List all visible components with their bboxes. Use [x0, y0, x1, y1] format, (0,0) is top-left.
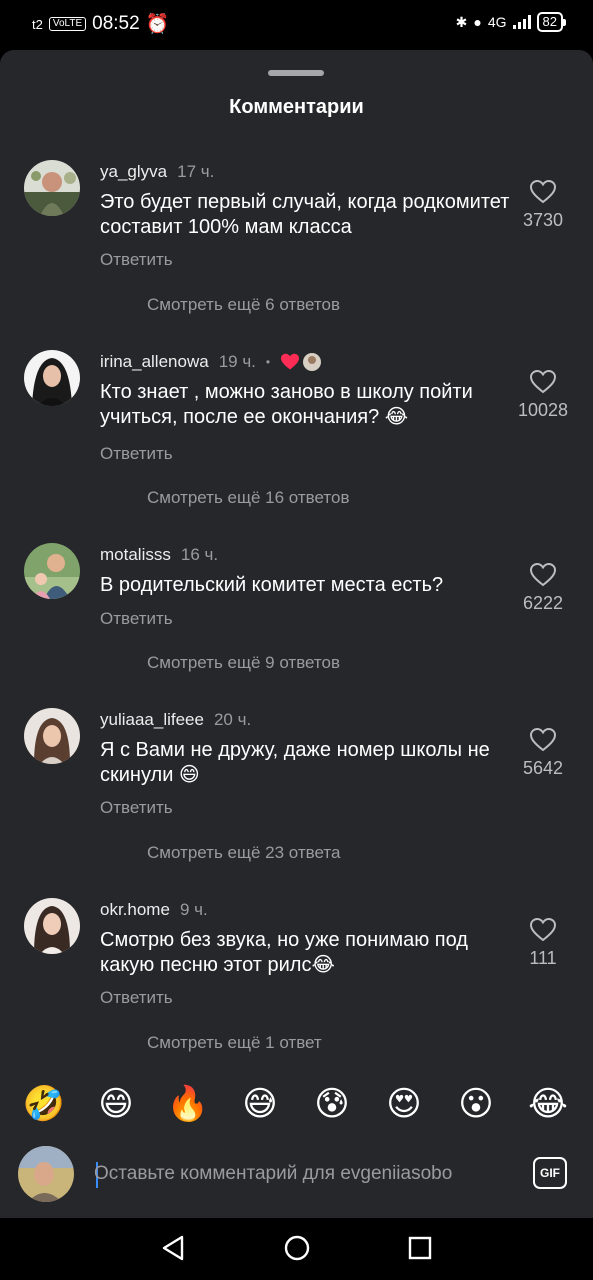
comment-item: motalisss 16 ч. В родительский комитет м… — [0, 543, 593, 723]
comment-item: yuliaaa_lifeee 20 ч. Я с Вами не дружу, … — [0, 708, 593, 888]
comment-username[interactable]: motalisss — [100, 545, 171, 565]
emoji-open-mouth[interactable]: 😮 — [454, 1082, 498, 1126]
emoji-sweat-smile[interactable]: 😅 — [238, 1082, 282, 1126]
carrier-label: t2 — [32, 16, 43, 32]
comment-time: 17 ч. — [177, 162, 215, 181]
emoji-heart-eyes[interactable]: 😍 — [382, 1082, 426, 1126]
comment-time: 9 ч. — [179, 900, 208, 919]
emoji-rofl[interactable]: 🤣 — [22, 1082, 66, 1126]
comment-time: 19 ч. — [218, 352, 256, 371]
comment-item: ya_glyva 17 ч. Это будет первый случай, … — [0, 160, 593, 340]
sheet-drag-handle[interactable] — [268, 70, 324, 76]
like-count: 10028 — [517, 400, 569, 420]
reply-button[interactable]: Ответить — [100, 988, 173, 1008]
comment-header: okr.home 9 ч. — [100, 898, 208, 922]
bluetooth-icon: ✱ — [455, 13, 468, 30]
view-more-replies[interactable]: Смотреть ещё 9 ответов — [147, 653, 340, 673]
emoji-quick-bar: 🤣 😄 🔥 😅 😰 😍 😮 😂 — [0, 1082, 593, 1134]
comment-text: Я с Вами не дружу, даже номер школы не с… — [100, 739, 490, 786]
liked-by-author-icon — [280, 352, 322, 372]
heart-outline-icon — [530, 918, 556, 942]
comment-header: motalisss 16 ч. — [100, 543, 218, 567]
heart-outline-icon — [530, 180, 556, 204]
avatar[interactable] — [24, 898, 80, 954]
like-count: 5642 — [522, 758, 564, 778]
like-count: 111 — [529, 948, 557, 968]
volte-badge: VoLTE — [48, 17, 87, 31]
like-count: 6222 — [522, 593, 564, 613]
heart-outline-icon — [530, 370, 556, 394]
emoji-grin[interactable]: 😄 — [94, 1082, 138, 1126]
comment-header: ya_glyva 17 ч. — [100, 160, 214, 184]
avatar[interactable] — [24, 708, 80, 764]
comment-header: irina_allenowa 19 ч. • — [100, 350, 322, 374]
my-avatar — [18, 1146, 74, 1202]
back-icon[interactable] — [160, 1234, 186, 1262]
author-mini-avatar — [303, 353, 322, 371]
comments-sheet: Комментарии ya_glyva 17 ч. Это будет пер… — [0, 50, 593, 1218]
emoji-tears-of-joy[interactable]: 😂 — [526, 1082, 570, 1126]
view-more-replies[interactable]: Смотреть ещё 23 ответа — [147, 843, 340, 863]
view-more-replies[interactable]: Смотреть ещё 6 ответов — [147, 295, 340, 315]
status-bar: t2 VoLTE 08:52 ⏰ ✱ ● 4G 82 — [0, 0, 593, 50]
separator-dot: • — [265, 355, 271, 369]
clock: 08:52 — [92, 13, 140, 34]
view-more-replies[interactable]: Смотреть ещё 16 ответов — [147, 488, 349, 508]
comment-username[interactable]: yuliaaa_lifeee — [100, 710, 204, 730]
comment-username[interactable]: okr.home — [100, 900, 170, 920]
comment-text: Кто знает , можно заново в школу пойти у… — [100, 381, 473, 428]
location-icon: ● — [473, 14, 482, 30]
emoji-anxious[interactable]: 😰 — [310, 1082, 354, 1126]
reply-button[interactable]: Ответить — [100, 444, 173, 464]
battery-indicator: 82 — [536, 12, 567, 32]
like-button[interactable]: 6222 — [513, 563, 573, 614]
heart-outline-icon — [530, 563, 556, 587]
reply-button[interactable]: Ответить — [100, 250, 173, 270]
sheet-title: Комментарии — [229, 96, 364, 118]
alarm-icon: ⏰ — [145, 14, 170, 35]
home-icon[interactable] — [283, 1234, 311, 1262]
system-nav-bar — [0, 1218, 593, 1280]
comment-text: В родительский комитет места есть? — [100, 574, 444, 596]
status-left: t2 VoLTE 08:52 ⏰ — [32, 12, 169, 36]
reply-button[interactable]: Ответить — [100, 798, 173, 818]
comment-username[interactable]: irina_allenowa — [100, 352, 209, 372]
comment-item: okr.home 9 ч. Смотрю без звука, но уже п… — [0, 898, 593, 1078]
comment-input[interactable]: Оставьте комментарий для evgeniiasobo — [94, 1158, 514, 1190]
comment-time: 20 ч. — [213, 710, 252, 729]
gif-button[interactable]: GIF — [533, 1157, 567, 1189]
status-right: ✱ ● 4G 82 — [455, 12, 567, 32]
comment-text: Это будет первый случай, когда родкомите… — [100, 191, 510, 238]
like-button[interactable]: 111 — [513, 918, 573, 969]
comment-header: yuliaaa_lifeee 20 ч. — [100, 708, 251, 732]
network-type: 4G — [487, 14, 507, 30]
comment-input-row: Оставьте комментарий для evgeniiasobo GI… — [0, 1140, 593, 1206]
emoji-fire[interactable]: 🔥 — [166, 1082, 210, 1126]
avatar[interactable] — [24, 543, 80, 599]
like-button[interactable]: 5642 — [513, 728, 573, 779]
view-more-replies[interactable]: Смотреть ещё 1 ответ — [147, 1033, 322, 1053]
recents-icon[interactable] — [407, 1234, 433, 1262]
avatar[interactable] — [24, 350, 80, 406]
comment-item: irina_allenowa 19 ч. • Кто знает , можно… — [0, 350, 593, 530]
heart-outline-icon — [530, 728, 556, 752]
comment-time: 16 ч. — [180, 545, 219, 564]
reply-button[interactable]: Ответить — [100, 609, 173, 629]
comment-text: Смотрю без звука, но уже понимаю под как… — [100, 929, 468, 976]
comment-username[interactable]: ya_glyva — [100, 162, 167, 182]
like-button[interactable]: 10028 — [513, 370, 573, 421]
like-count: 3730 — [522, 210, 564, 230]
avatar[interactable] — [24, 160, 80, 216]
signal-icon — [512, 15, 531, 29]
like-button[interactable]: 3730 — [513, 180, 573, 231]
red-heart-icon — [281, 353, 300, 370]
